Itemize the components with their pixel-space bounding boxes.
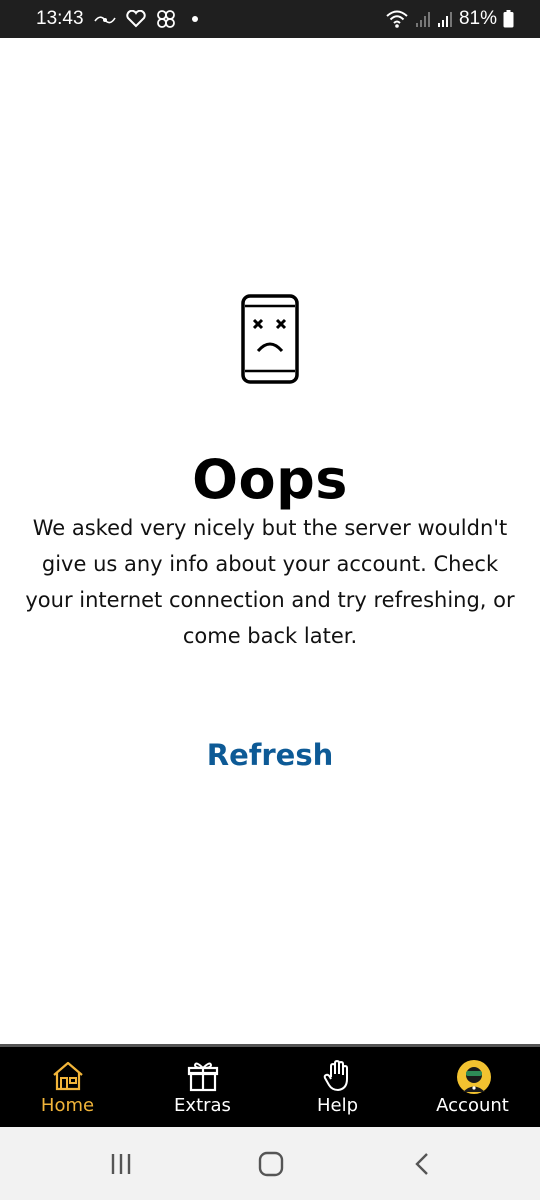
nav-item-account[interactable]: Account <box>405 1047 540 1127</box>
bottom-nav: Home Extras Help Account <box>0 1047 540 1127</box>
recent-apps-icon[interactable] <box>106 1149 136 1179</box>
status-left: 13:43 <box>36 8 198 30</box>
nav-item-help[interactable]: Help <box>270 1047 405 1127</box>
signal-icon-1 <box>415 10 431 28</box>
battery-percent: 81% <box>458 8 497 29</box>
system-nav-bar <box>0 1127 540 1200</box>
sad-phone-icon <box>240 293 300 385</box>
status-right: 81% <box>385 8 514 30</box>
back-icon[interactable] <box>408 1149 438 1179</box>
gift-icon <box>186 1059 220 1093</box>
nav-label-home: Home <box>40 1095 95 1116</box>
nav-label-extras: Extras <box>174 1095 231 1116</box>
refresh-button[interactable]: Refresh <box>170 738 370 772</box>
heart-icon <box>125 10 146 28</box>
error-title: Oops <box>192 448 348 511</box>
hand-icon <box>321 1059 355 1093</box>
avatar-icon <box>456 1059 491 1094</box>
nav-item-home[interactable]: Home <box>0 1047 135 1127</box>
app-screen: 13:43 81% Oops We asked very nicely but … <box>0 0 540 1200</box>
error-message: We asked very nicely but the server woul… <box>25 516 515 648</box>
nav-label-help: Help <box>316 1095 359 1116</box>
signal-icon-2 <box>437 10 453 28</box>
home-icon <box>51 1059 85 1093</box>
nav-label-account: Account <box>436 1095 509 1116</box>
status-time: 13:43 <box>36 8 84 29</box>
home-button-icon[interactable] <box>256 1149 286 1179</box>
more-notifications-dot <box>191 16 198 22</box>
nav-item-extras[interactable]: Extras <box>135 1047 270 1127</box>
battery-icon <box>503 10 514 28</box>
error-area: Oops We asked very nicely but the server… <box>0 38 540 1044</box>
pinwheel-icon <box>156 9 176 29</box>
notification-app-icon <box>93 12 116 26</box>
status-bar: 13:43 81% <box>0 0 540 38</box>
wifi-icon <box>385 9 409 29</box>
